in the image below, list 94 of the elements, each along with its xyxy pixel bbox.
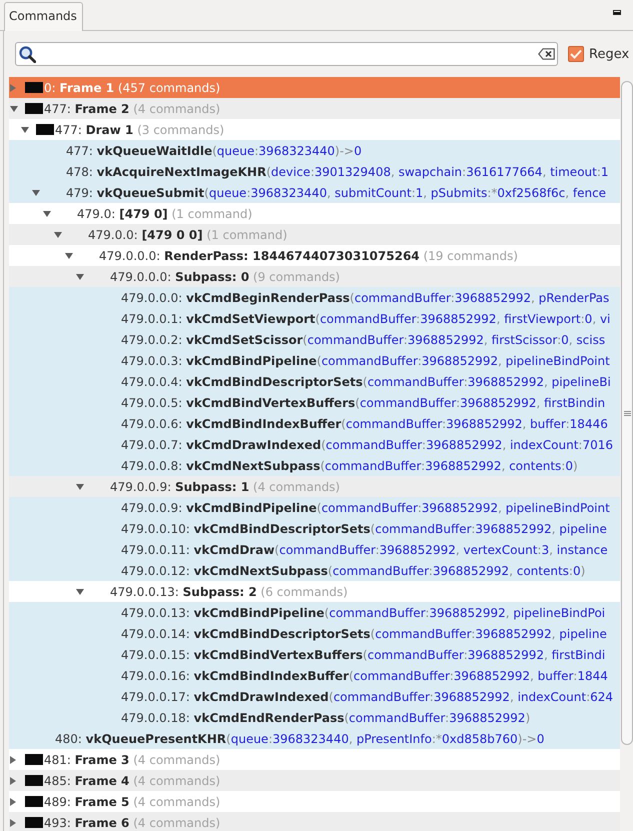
frame-label: 489: Frame 5 (4 commands) <box>44 794 220 808</box>
thumbnail-placeholder <box>25 775 43 786</box>
thumbnail-placeholder <box>36 124 54 135</box>
command-label: 479.0.0.13: vkCmdBindPipeline(commandBuffer:3968852992, pipelineBindPoi <box>121 606 606 620</box>
tree-row[interactable]: 479.0.0.0: vkCmdBeginRenderPass(commandBuffer:3968852992, pRenderPas <box>9 287 620 308</box>
command-label: 479.0.0.5: vkCmdBindVertexBuffers(commandBuffer:3968852992, firstBindin <box>121 396 606 410</box>
tree-row[interactable]: 479.0.0.8: vkCmdNextSubpass(commandBuffer:3968852992, contents:0) <box>9 455 620 476</box>
clear-icon[interactable] <box>538 48 555 60</box>
search-field[interactable] <box>15 42 558 66</box>
command-label: 478: vkAcquireNextImageKHR(device:3901329408, swapchain:3616177664, timeout:1 <box>66 164 609 178</box>
caret-icon[interactable] <box>10 818 16 826</box>
caret-icon[interactable] <box>76 588 84 594</box>
tree-row[interactable]: 479.0.0.7: vkCmdDrawIndexed(commandBuffer:3968852992, indexCount:7016 <box>9 434 620 455</box>
caret-icon[interactable] <box>76 274 84 280</box>
regex-label[interactable]: Regex <box>589 46 630 62</box>
frame-label: 493: Frame 6 (4 commands) <box>44 816 220 830</box>
thumbnail-placeholder <box>25 796 43 807</box>
command-label: 479.0.0.9: vkCmdBindPipeline(commandBuffer:3968852992, pipelineBindPoint <box>121 500 610 514</box>
frame-label: 0: Frame 1 (457 commands) <box>44 80 220 94</box>
command-label: 479.0.0.3: vkCmdBindPipeline(commandBuffer:3968852992, pipelineBindPoint <box>121 354 610 368</box>
tree-row[interactable]: 493: Frame 6 (4 commands) <box>9 812 620 831</box>
regex-checkbox[interactable] <box>568 46 584 62</box>
frame-label: 481: Frame 3 (4 commands) <box>44 752 220 766</box>
tree-row[interactable]: 477: vkQueueWaitIdle(queue:3968323440)->0 <box>9 140 620 161</box>
caret-icon[interactable] <box>10 776 16 784</box>
caret-icon[interactable] <box>65 252 73 258</box>
command-label: 479.0.0.6: vkCmdBindIndexBuffer(commandBuffer:3968852992, buffer:18446 <box>121 416 608 430</box>
group-label: 479.0.0.9: Subpass: 1 (4 commands) <box>110 480 340 494</box>
thumbnail-placeholder <box>25 817 43 828</box>
command-label: 479.0.0.15: vkCmdBindVertexBuffers(commandBuffer:3968852992, firstBindi <box>121 648 606 662</box>
command-label: 479.0.0.17: vkCmdDrawIndexed(commandBuffer:3968852992, indexCount:624 <box>121 690 614 704</box>
caret-icon[interactable] <box>43 210 51 216</box>
tree-row[interactable]: 479.0.0.18: vkCmdEndRenderPass(commandBuffer:3968852992) <box>9 707 620 728</box>
tree-row[interactable]: 477: Frame 2 (4 commands) <box>9 98 620 119</box>
commands-tab[interactable]: Commands <box>4 2 83 31</box>
search-icon <box>19 46 36 62</box>
thumbnail-placeholder <box>25 754 43 765</box>
command-label: 479.0.0.0: vkCmdBeginRenderPass(commandBuffer:3968852992, pRenderPas <box>121 290 610 304</box>
tree-row[interactable]: 479.0.0.16: vkCmdBindIndexBuffer(commandBuffer:3968852992, buffer:1844 <box>9 665 620 686</box>
tree-row[interactable]: 478: vkAcquireNextImageKHR(device:3901329408, swapchain:3616177664, timeout:1 <box>9 161 620 182</box>
tree-row[interactable]: 479.0.0.0: Subpass: 0 (9 commands) <box>9 266 620 287</box>
minimize-icon[interactable] <box>613 10 621 15</box>
tree-row[interactable]: 479.0.0.9: Subpass: 1 (4 commands) <box>9 476 620 497</box>
caret-icon[interactable] <box>10 798 16 806</box>
command-label: 479.0.0.8: vkCmdNextSubpass(commandBuffer:3968852992, contents:0) <box>121 458 578 472</box>
command-label: 479.0.0.11: vkCmdDraw(commandBuffer:3968852992, vertexCount:3, instance <box>121 542 608 556</box>
command-label: 479.0.0.14: vkCmdBindDescriptorSets(commandBuffer:3968852992, pipeline <box>121 626 607 640</box>
caret-icon[interactable] <box>10 106 18 112</box>
grip-icon <box>624 410 630 416</box>
caret-icon[interactable] <box>10 756 16 764</box>
tree-row[interactable]: 479.0.0.15: vkCmdBindVertexBuffers(commandBuffer:3968852992, firstBindi <box>9 644 620 665</box>
tree-row[interactable]: 479: vkQueueSubmit(queue:3968323440, submitCount:1, pSubmits:*0xf2568f6c, fence <box>9 182 620 203</box>
tree-row[interactable]: 479.0.0: [479 0 0] (1 command) <box>9 224 620 245</box>
draw-label: 477: Draw 1 (3 commands) <box>55 122 224 136</box>
caret-icon[interactable] <box>32 190 40 196</box>
tree-row[interactable]: 479.0.0.6: vkCmdBindIndexBuffer(commandBuffer:3968852992, buffer:18446 <box>9 413 620 434</box>
thumbnail-placeholder <box>25 82 43 93</box>
group-label: 479.0.0: [479 0 0] (1 command) <box>88 228 288 242</box>
command-label: 479.0.0.2: vkCmdSetScissor(commandBuffer:3968852992, firstScissor:0, sciss <box>121 332 606 346</box>
tree-row[interactable]: 479.0.0.3: vkCmdBindPipeline(commandBuffer:3968852992, pipelineBindPoint <box>9 350 620 371</box>
tree-row[interactable]: 479.0.0.17: vkCmdDrawIndexed(commandBuffer:3968852992, indexCount:624 <box>9 686 620 707</box>
command-label: 479.0.0.10: vkCmdBindDescriptorSets(commandBuffer:3968852992, pipeline <box>121 522 607 536</box>
group-label: 479.0.0.0: RenderPass: 18446744073031075264 (19 commands) <box>99 248 518 262</box>
caret-icon[interactable] <box>76 484 84 490</box>
group-label: 479.0.0.13: Subpass: 2 (6 commands) <box>110 584 348 598</box>
tree-row[interactable]: 479.0.0.5: vkCmdBindVertexBuffers(commandBuffer:3968852992, firstBindin <box>9 392 620 413</box>
command-label: 479.0.0.1: vkCmdSetViewport(commandBuffer:3968852992, firstViewport:0, vi <box>121 312 610 326</box>
tree-row[interactable]: 479.0.0.12: vkCmdNextSubpass(commandBuffer:3968852992, contents:0) <box>9 560 620 581</box>
tree-row[interactable]: 479.0.0.10: vkCmdBindDescriptorSets(commandBuffer:3968852992, pipeline <box>9 518 620 539</box>
command-label: 477: vkQueueWaitIdle(queue:3968323440)->0 <box>66 144 362 158</box>
frame-label: 485: Frame 4 (4 commands) <box>44 774 220 788</box>
tree-row[interactable]: 479.0.0.4: vkCmdBindDescriptorSets(commandBuffer:3968852992, pipelineBi <box>9 371 620 392</box>
tree-row[interactable]: 479.0.0.14: vkCmdBindDescriptorSets(commandBuffer:3968852992, pipeline <box>9 623 620 644</box>
thumbnail-placeholder <box>25 103 43 114</box>
caret-icon[interactable] <box>54 232 62 238</box>
scrollbar-thumb[interactable] <box>621 81 633 745</box>
frame-label: 477: Frame 2 (4 commands) <box>44 102 220 116</box>
group-label: 479.0.0.0: Subpass: 0 (9 commands) <box>110 270 340 284</box>
tree-row[interactable]: 480: vkQueuePresentKHR(queue:3968323440, pPresentInfo:*0xd858b760)->0 <box>9 728 620 749</box>
group-label: 479.0: [479 0] (1 command) <box>77 206 252 220</box>
command-label: 479: vkQueueSubmit(queue:3968323440, submitCount:1, pSubmits:*0xf2568f6c, fence <box>66 186 606 200</box>
tree-row[interactable]: 485: Frame 4 (4 commands) <box>9 770 620 791</box>
tree-row[interactable]: 479.0.0.2: vkCmdSetScissor(commandBuffer:3968852992, firstScissor:0, sciss <box>9 329 620 350</box>
command-label: 479.0.0.7: vkCmdDrawIndexed(commandBuffer:3968852992, indexCount:7016 <box>121 438 614 452</box>
caret-icon[interactable] <box>21 126 29 132</box>
tree-row[interactable]: 479.0.0.1: vkCmdSetViewport(commandBuffer:3968852992, firstViewport:0, vi <box>9 308 620 329</box>
tree-row[interactable]: 479.0.0.13: vkCmdBindPipeline(commandBuffer:3968852992, pipelineBindPoi <box>9 602 620 623</box>
tree-row[interactable]: 479.0.0.11: vkCmdDraw(commandBuffer:3968852992, vertexCount:3, instance <box>9 539 620 560</box>
tree-row[interactable]: 479.0.0.9: vkCmdBindPipeline(commandBuffer:3968852992, pipelineBindPoint <box>9 497 620 518</box>
command-label: 479.0.0.16: vkCmdBindIndexBuffer(commandBuffer:3968852992, buffer:1844 <box>121 668 608 682</box>
command-label: 479.0.0.4: vkCmdBindDescriptorSets(commandBuffer:3968852992, pipelineBi <box>121 374 611 388</box>
command-label: 479.0.0.18: vkCmdEndRenderPass(commandBuffer:3968852992) <box>121 710 530 724</box>
command-label: 479.0.0.12: vkCmdNextSubpass(commandBuffer:3968852992, contents:0) <box>121 564 586 578</box>
command-label: 480: vkQueuePresentKHR(queue:3968323440, pPresentInfo:*0xd858b760)->0 <box>55 732 544 746</box>
